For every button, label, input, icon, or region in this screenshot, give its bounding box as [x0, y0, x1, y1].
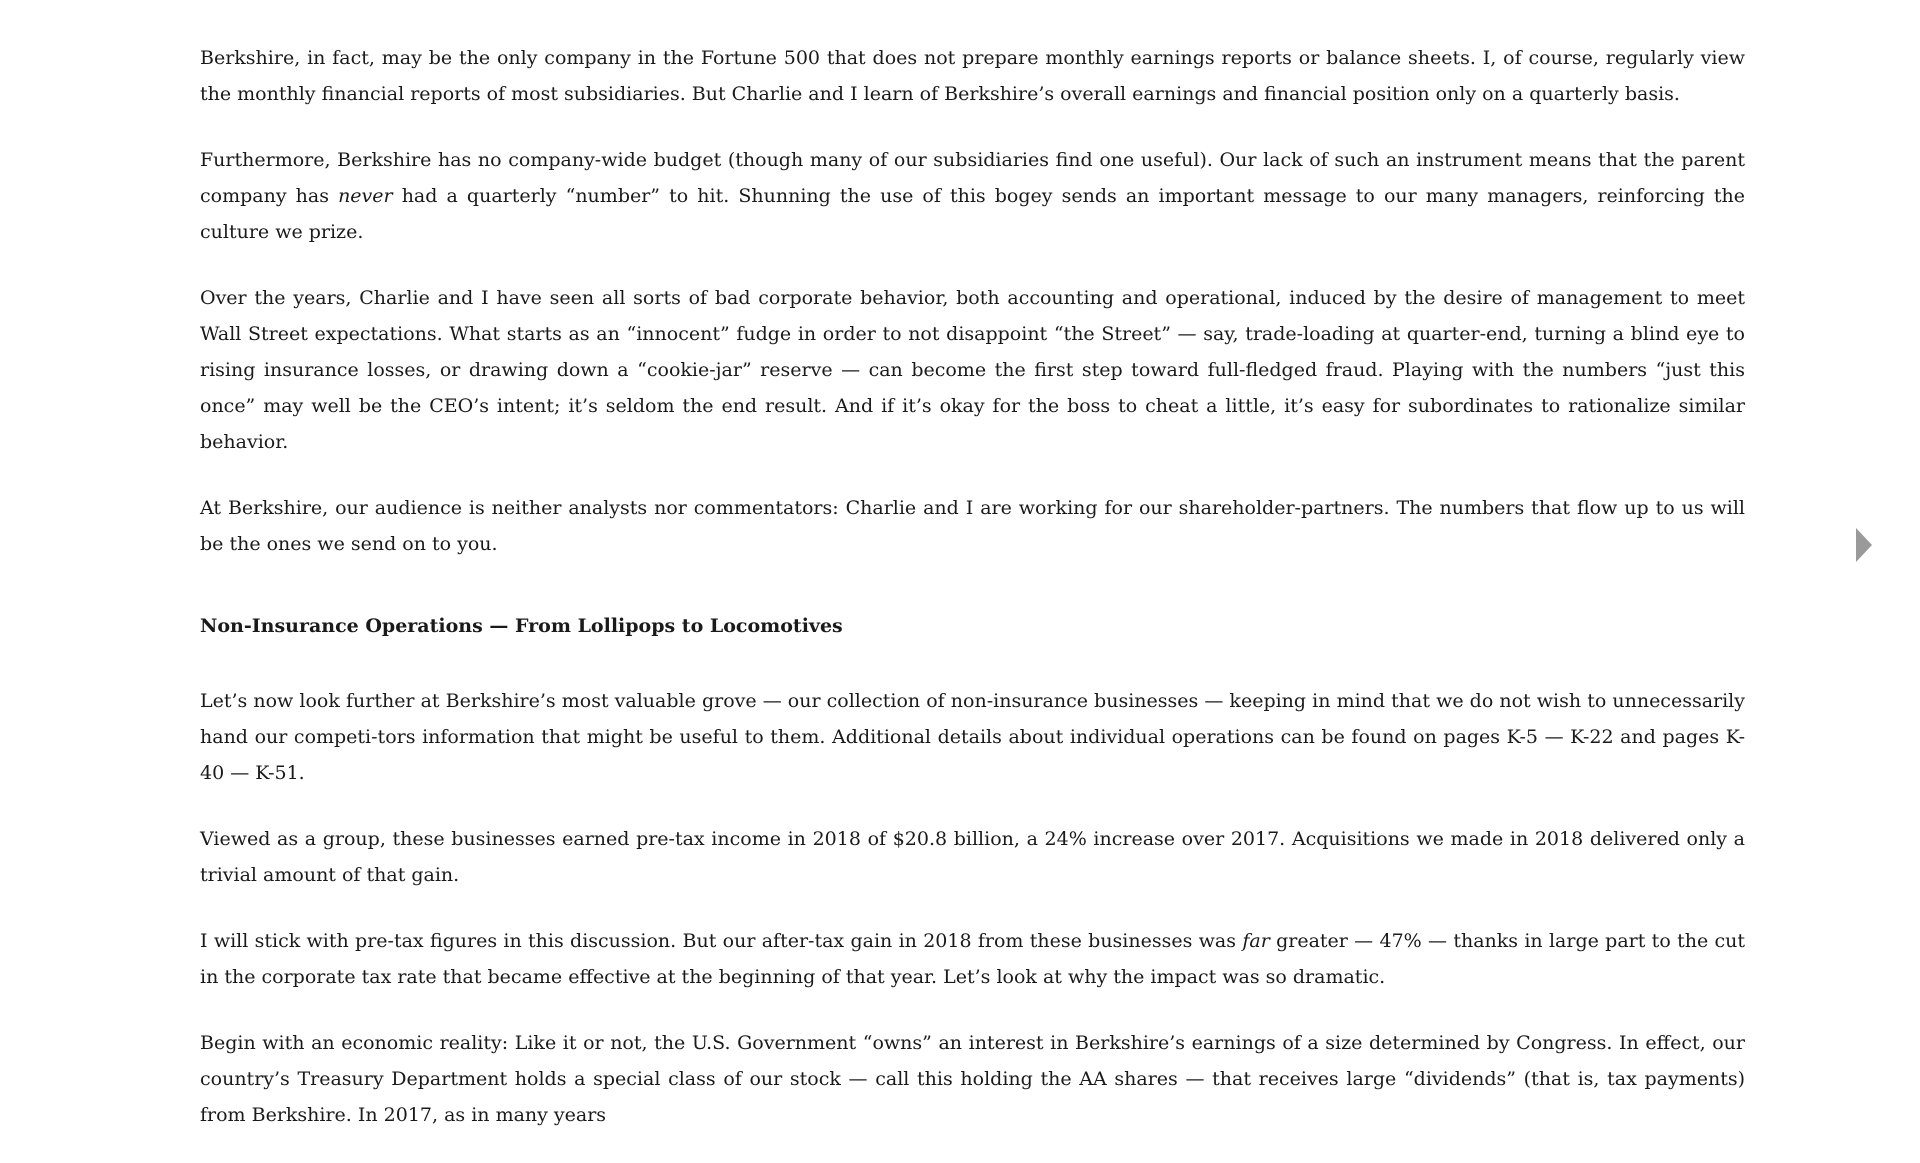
paragraph-audience: At Berkshire, our audience is neither an…: [200, 497, 1745, 555]
triangle-right-icon[interactable]: [1856, 528, 1872, 562]
paragraph-pretax-income: Viewed as a group, these businesses earn…: [200, 828, 1745, 886]
paragraph-text: had a quarterly “number” to hit. Shunnin…: [200, 185, 1745, 243]
paragraph-monthly-reports: Berkshire, in fact, may be the only comp…: [200, 47, 1745, 105]
paragraph-text: I will stick with pre-tax figures in thi…: [200, 930, 1243, 952]
paragraph-valuable-grove: Let’s now look further at Berkshire’s mo…: [200, 690, 1745, 784]
paragraph-company-budget: Furthermore, Berkshire has no company-wi…: [200, 142, 1745, 250]
emphasis-never: never: [338, 185, 393, 207]
document-page: Berkshire, in fact, may be the only comp…: [200, 40, 1745, 1163]
paragraph-economic-reality: Begin with an economic reality: Like it …: [200, 1032, 1745, 1126]
section-heading: Non-Insurance Operations — From Lollipop…: [200, 615, 843, 637]
emphasis-far: far: [1242, 930, 1270, 952]
paragraph-corporate-behavior: Over the years, Charlie and I have seen …: [200, 287, 1745, 453]
paragraph-after-tax-gain: I will stick with pre-tax figures in thi…: [200, 923, 1745, 995]
